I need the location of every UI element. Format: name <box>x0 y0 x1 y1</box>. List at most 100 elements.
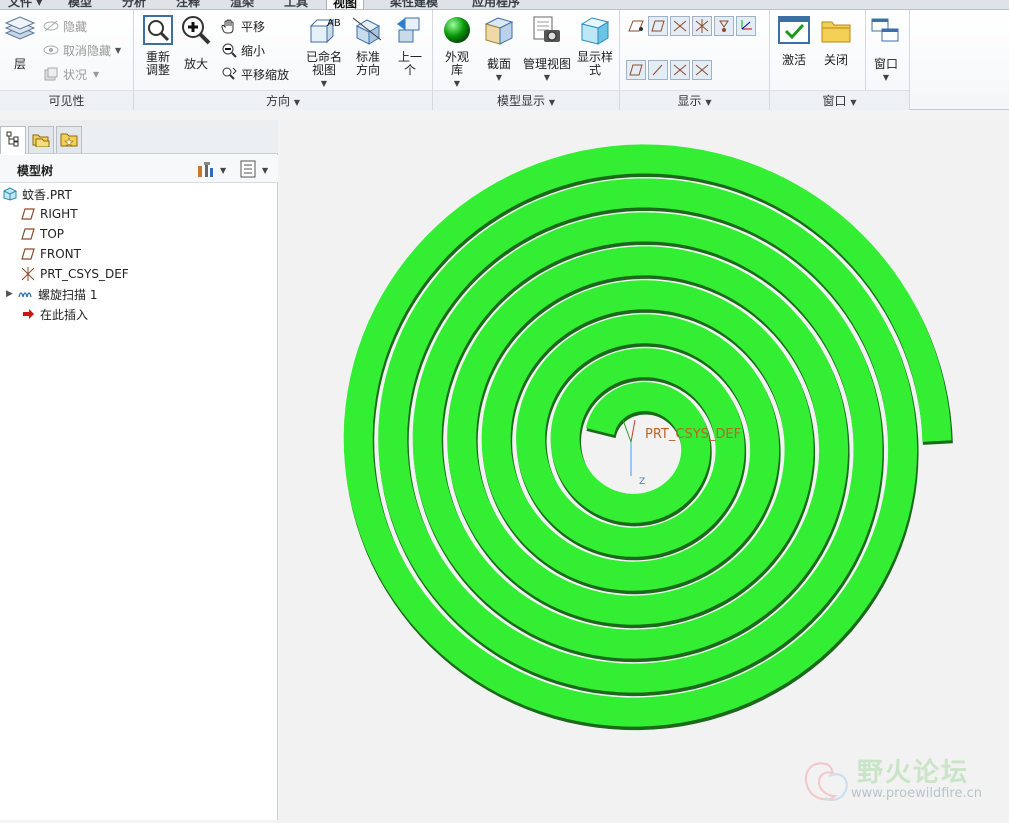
activate-button[interactable]: 激活 <box>772 12 816 67</box>
eye-icon <box>42 42 60 58</box>
manage-views-button[interactable]: 管理视图 ▼ <box>521 12 573 84</box>
tree-item-front-plane[interactable]: FRONT <box>20 244 81 264</box>
appearance-gallery-button[interactable]: 外观库 ▼ <box>435 12 479 90</box>
helical-sweep-icon <box>18 286 34 302</box>
model-tree-header: 模型树 ▼ ▼ <box>0 155 278 183</box>
datum-display-toggles-row1 <box>626 16 756 36</box>
point-display-icon[interactable] <box>714 16 734 36</box>
close-window-button[interactable]: 关闭 <box>814 12 858 67</box>
previous-view-button[interactable]: 上一个 <box>388 12 432 77</box>
model-tree-icon <box>6 131 20 150</box>
navigator-panel: 模型树 ▼ ▼ 蚊香.PRT RIGHT TOP FRONT PRT_CSYS_… <box>0 120 278 820</box>
tab-model-tree[interactable] <box>0 126 26 154</box>
unhide-button[interactable]: 取消隐藏 ▼ <box>42 40 121 60</box>
tree-item-insert-here[interactable]: 在此插入 <box>20 304 88 324</box>
hand-icon <box>220 18 238 34</box>
plane-tag-display-icon[interactable] <box>648 16 668 36</box>
point-display-alt-icon[interactable] <box>670 60 690 80</box>
refit-icon <box>141 12 175 48</box>
csys-display-icon[interactable] <box>736 16 756 36</box>
insert-here-arrow-icon <box>20 306 36 322</box>
tree-item-part[interactable]: 蚊香.PRT <box>2 184 72 204</box>
model-tree-title: 模型树 <box>17 164 54 178</box>
manage-views-icon <box>530 12 564 48</box>
activate-window-icon <box>777 12 811 48</box>
tree-show-button[interactable]: ▼ <box>240 160 268 181</box>
folder-close-icon <box>819 12 853 48</box>
csys-z-label: Z <box>639 477 645 487</box>
zoom-out-button[interactable]: 缩小 <box>220 40 265 60</box>
group-show: 显示 ▼ <box>620 10 770 110</box>
zoom-out-icon <box>220 42 238 58</box>
group-orientation: 重新调整 放大 平移 缩小 平移缩放 AB 已命名视图 ▼ 标准方向 上一个 方… <box>134 10 433 110</box>
standard-orientation-icon <box>351 12 385 48</box>
display-style-button[interactable]: 显示样式 <box>573 12 617 77</box>
csys-x-axis <box>630 419 636 443</box>
tree-item-right-plane[interactable]: RIGHT <box>20 204 78 224</box>
chevron-down-icon: ▼ <box>262 166 269 175</box>
pan-zoom-icon <box>220 66 238 82</box>
windows-button[interactable]: 窗口 ▼ <box>864 12 908 84</box>
pan-button[interactable]: 平移 <box>220 16 265 36</box>
tab-favorites[interactable] <box>56 126 82 153</box>
tab-tools[interactable]: 工具 <box>278 0 314 9</box>
csys-icon <box>20 266 36 282</box>
tab-model[interactable]: 模型 <box>62 0 98 9</box>
tab-view[interactable]: 视图 <box>326 0 365 9</box>
csys-y-axis <box>622 419 632 443</box>
datum-plane-icon <box>20 226 36 242</box>
standard-orientation-button[interactable]: 标准方向 <box>346 12 390 77</box>
ribbon-tab-strip: 文件 ▾ 模型 分析 注释 渲染 工具 视图 柔性建模 应用程序 <box>0 0 1009 10</box>
zoom-in-icon <box>179 12 213 48</box>
datum-display-toggles-row2 <box>626 60 712 80</box>
datum-plane-icon <box>20 246 36 262</box>
plane-display-alt-icon[interactable] <box>626 60 646 80</box>
zoom-in-button[interactable]: 放大 <box>174 12 218 71</box>
named-views-button[interactable]: AB 已命名视图 ▼ <box>302 12 346 90</box>
csys-display-alt-icon[interactable] <box>692 60 712 80</box>
tab-render[interactable]: 渲染 <box>224 0 260 9</box>
previous-view-icon <box>393 12 427 48</box>
axis-display-alt-icon[interactable] <box>648 60 668 80</box>
ribbon: 层 隐藏 取消隐藏 ▼ 状况 ▼ 可见性 重新调整 放大 平移 缩小 平移缩放 … <box>0 10 1009 110</box>
spiral-model-viewport[interactable]: PRT_CSYS_DEF Z <box>279 120 1009 820</box>
tree-settings-button[interactable]: ▼ <box>196 160 226 181</box>
navigator-tabs <box>0 120 278 154</box>
display-style-icon <box>578 12 612 48</box>
tree-item-helical-sweep[interactable]: ▶ 螺旋扫描 1 <box>6 284 97 304</box>
datum-plane-icon <box>20 206 36 222</box>
axis-tag-display-icon[interactable] <box>692 16 712 36</box>
watermark-url: www.proewildfire.cn <box>851 786 982 801</box>
pan-zoom-button[interactable]: 平移缩放 <box>220 64 289 84</box>
section-button[interactable]: 截面 ▼ <box>477 12 521 84</box>
expand-arrow-icon[interactable]: ▶ <box>6 289 16 299</box>
group-show-label: 显示 ▼ <box>620 90 769 110</box>
folder-browser-icon <box>32 131 50 150</box>
group-window: 激活 关闭 窗口 ▼ 窗口 ▼ <box>770 10 910 110</box>
appearance-sphere-icon <box>440 12 474 48</box>
csys-label: PRT_CSYS_DEF <box>645 427 741 442</box>
hide-button[interactable]: 隐藏 <box>42 16 87 36</box>
tab-annotate[interactable]: 注释 <box>170 0 206 9</box>
chevron-down-icon: ▼ <box>220 166 227 175</box>
plane-display-icon[interactable] <box>626 16 646 36</box>
tab-analysis[interactable]: 分析 <box>116 0 152 9</box>
layer-icon <box>3 12 37 48</box>
group-orientation-label: 方向 ▼ <box>134 90 432 110</box>
status-button[interactable]: 状况 ▼ <box>42 64 99 84</box>
axis-display-icon[interactable] <box>670 16 690 36</box>
group-window-label: 窗口 ▼ <box>770 90 909 110</box>
tab-applications[interactable]: 应用程序 <box>466 0 526 9</box>
svg-text:AB: AB <box>327 18 341 29</box>
group-model-display: 外观库 ▼ 截面 ▼ 管理视图 ▼ 显示样式 模型显示 ▼ <box>433 10 620 110</box>
tools-icon <box>196 160 214 181</box>
tree-item-csys[interactable]: PRT_CSYS_DEF <box>20 264 129 284</box>
part-icon <box>2 186 18 202</box>
tab-file[interactable]: 文件 ▾ <box>2 0 48 9</box>
tree-item-top-plane[interactable]: TOP <box>20 224 64 244</box>
tab-flexible-modeling[interactable]: 柔性建模 <box>384 0 444 9</box>
favorites-icon <box>60 131 78 150</box>
graphics-window[interactable]: PRT_CSYS_DEF Z 野火论坛 www.proewildfire.cn <box>279 120 1009 820</box>
layer-button[interactable]: 层 <box>0 12 40 71</box>
tab-folder-browser[interactable] <box>28 126 54 153</box>
